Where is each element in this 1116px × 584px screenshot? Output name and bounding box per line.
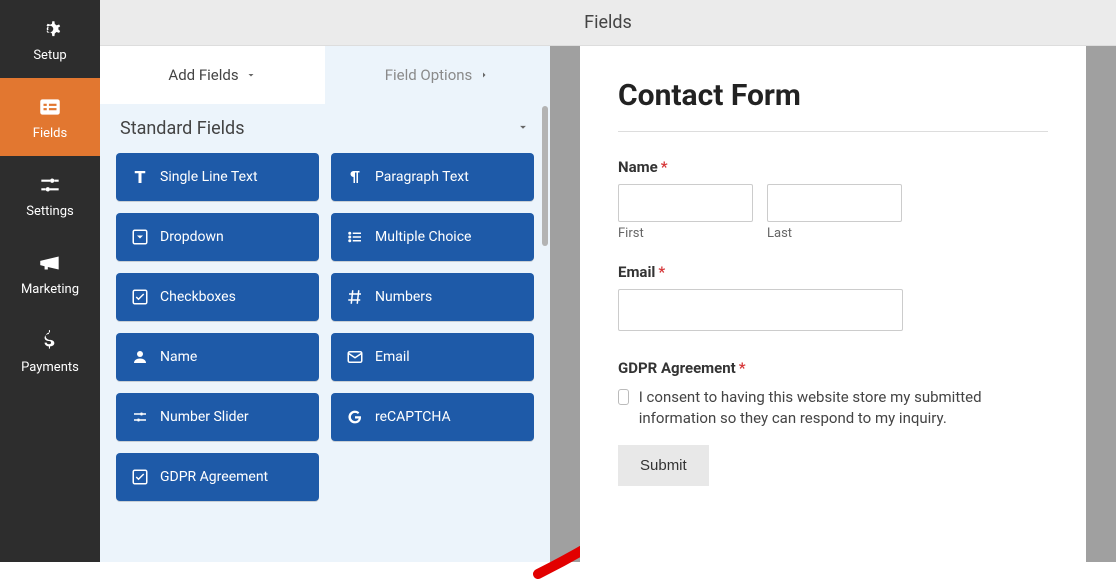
form-icon [37,94,63,120]
sidebar-item-marketing[interactable]: Marketing [0,234,100,312]
field-single-line-text[interactable]: Single Line Text [116,153,319,201]
field-label: Number Slider [160,409,249,425]
sidebar-item-label: Fields [33,126,67,141]
tab-label: Field Options [385,66,473,84]
field-label: Dropdown [160,229,224,245]
google-icon [345,408,365,426]
chevron-right-icon [478,69,490,81]
sliders-icon [130,408,150,426]
field-numbers[interactable]: Numbers [331,273,534,321]
last-sublabel: Last [767,226,902,241]
field-checkboxes[interactable]: Checkboxes [116,273,319,321]
panel-gap [550,46,580,562]
field-email[interactable]: Email [331,333,534,381]
sidebar-item-label: Payments [21,360,79,375]
field-dropdown[interactable]: Dropdown [116,213,319,261]
field-label: Email [375,349,410,365]
field-name[interactable]: Name [116,333,319,381]
field-label: Checkboxes [160,289,236,305]
field-label: reCAPTCHA [375,409,451,425]
sidebar: Setup Fields Settings Marketing Payments [0,0,100,562]
envelope-icon [345,348,365,366]
sidebar-item-setup[interactable]: Setup [0,0,100,78]
text-icon [130,168,150,186]
gdpr-label: GDPR Agreement* [618,359,1048,377]
list-icon [345,228,365,246]
tab-label: Add Fields [168,66,238,84]
sidebar-item-fields[interactable]: Fields [0,78,100,156]
check-square-icon [130,288,150,306]
first-sublabel: First [618,226,753,241]
field-paragraph-text[interactable]: Paragraph Text [331,153,534,201]
tab-add-fields[interactable]: Add Fields [100,46,325,104]
bullhorn-icon [37,250,63,276]
fields-panel: Add Fields Field Options Standard Fields… [100,46,550,562]
hash-icon [345,288,365,306]
tab-field-options[interactable]: Field Options [325,46,550,104]
last-name-input[interactable] [767,184,902,222]
sidebar-item-settings[interactable]: Settings [0,156,100,234]
page-title: Fields [584,12,632,33]
section-title: Standard Fields [120,118,245,139]
check-square-icon [130,468,150,486]
section-standard-fields[interactable]: Standard Fields [100,104,550,153]
paragraph-icon [345,168,365,186]
field-label: Paragraph Text [375,169,469,185]
field-number-slider[interactable]: Number Slider [116,393,319,441]
required-marker: * [658,263,665,281]
divider [618,131,1048,132]
gear-icon [37,16,63,42]
sidebar-item-label: Settings [26,204,73,219]
sidebar-item-payments[interactable]: Payments [0,312,100,390]
gdpr-checkbox[interactable] [618,389,629,405]
name-label: Name* [618,158,1048,176]
field-label: Multiple Choice [375,229,471,245]
field-label: Numbers [375,289,432,305]
email-input[interactable] [618,289,903,331]
sliders-icon [37,172,63,198]
field-label: GDPR Agreement [160,469,268,485]
field-label: Single Line Text [160,169,258,185]
sidebar-item-label: Marketing [21,282,79,297]
sidebar-item-label: Setup [33,48,66,63]
gdpr-consent-text: I consent to having this website store m… [639,387,1048,429]
submit-button[interactable]: Submit [618,445,709,486]
caret-square-icon [130,228,150,246]
dollar-icon [37,328,63,354]
required-marker: * [739,359,746,377]
chevron-down-icon [516,118,530,139]
field-recaptcha[interactable]: reCAPTCHA [331,393,534,441]
topbar: Fields [100,0,1116,46]
email-label: Email* [618,263,1048,281]
scrollbar[interactable] [542,106,548,246]
required-marker: * [661,158,668,176]
field-label: Name [160,349,197,365]
field-gdpr-agreement[interactable]: GDPR Agreement [116,453,319,501]
form-preview: Contact Form Name* First Last [580,46,1086,562]
form-title: Contact Form [618,78,1048,113]
chevron-down-icon [245,69,257,81]
user-icon [130,348,150,366]
first-name-input[interactable] [618,184,753,222]
field-multiple-choice[interactable]: Multiple Choice [331,213,534,261]
